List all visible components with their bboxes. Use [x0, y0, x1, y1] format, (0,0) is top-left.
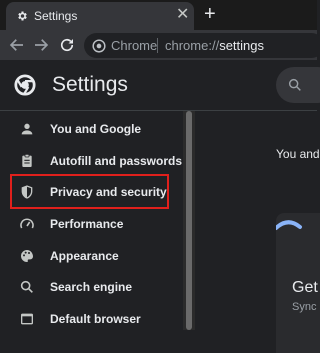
card-title: Get: [292, 279, 318, 296]
sidebar-item-you-and-google[interactable]: You and Google: [0, 114, 183, 144]
sidebar-item-autofill[interactable]: Autofill and passwords: [0, 146, 183, 176]
sync-card: Get Sync a: [276, 213, 320, 353]
address-bar[interactable]: Chrome chrome://settings: [84, 33, 320, 58]
search-icon: [20, 280, 33, 293]
speedometer-icon: [20, 218, 34, 229]
gear-icon: [18, 11, 27, 21]
browser-icon: [21, 313, 33, 325]
title-bar: Settings ✕ +: [0, 0, 317, 30]
decorative-wave: [276, 220, 302, 230]
forward-arrow-icon[interactable]: [32, 36, 50, 54]
url-scheme: chrome://: [165, 38, 220, 53]
sidebar-item-label: Appearance: [50, 249, 119, 263]
reload-icon[interactable]: [58, 36, 76, 54]
omnibox-divider: [157, 38, 158, 53]
palette-icon: [21, 250, 33, 262]
page-title: Settings: [52, 73, 128, 96]
sidebar-item-search-engine[interactable]: Search engine: [0, 272, 183, 302]
sidebar-item-appearance[interactable]: Appearance: [0, 241, 183, 271]
tab-title: Settings: [34, 9, 78, 23]
person-icon: [21, 123, 33, 135]
close-tab-icon[interactable]: ✕: [176, 7, 189, 23]
clipboard-icon: [22, 153, 32, 167]
card-subtitle: Sync a: [292, 301, 320, 313]
sidebar-item-label: Search engine: [50, 280, 133, 294]
url-path: settings: [219, 38, 264, 53]
settings-header: Settings: [0, 60, 320, 111]
search-icon: [288, 78, 301, 91]
section-heading: You and: [276, 147, 320, 161]
back-arrow-icon[interactable]: [8, 36, 26, 54]
toolbar: Chrome chrome://settings: [0, 30, 320, 60]
main-content: You and Get Sync a: [195, 111, 320, 353]
sidebar-item-label: Performance: [50, 217, 124, 231]
sidebar-item-label: You and Google: [50, 122, 142, 136]
settings-sidebar: You and Google Autofill and passwords Pr…: [0, 111, 183, 330]
scrollbar-thumb[interactable]: [186, 111, 192, 330]
settings-search-input[interactable]: [276, 67, 320, 103]
site-name: Chrome: [111, 38, 158, 53]
highlight-box: [10, 174, 169, 209]
chrome-logo-icon: [14, 74, 36, 96]
new-tab-button[interactable]: +: [204, 4, 216, 24]
tab-settings[interactable]: Settings ✕: [6, 2, 194, 30]
sidebar-item-label: Autofill and passwords: [50, 154, 183, 168]
chrome-site-icon: [92, 39, 106, 53]
sidebar-item-label: Default browser: [50, 312, 141, 326]
url-text: chrome://settings: [165, 38, 264, 53]
sidebar-item-performance[interactable]: Performance: [0, 209, 183, 239]
